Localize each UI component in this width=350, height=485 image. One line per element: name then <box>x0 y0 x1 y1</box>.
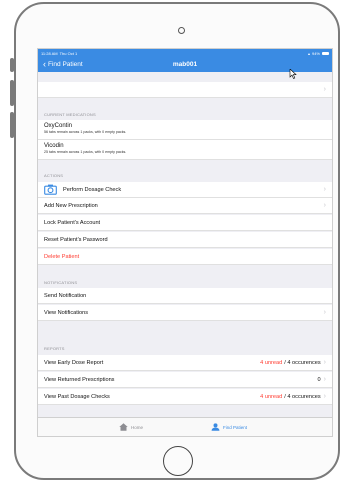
returned-prescriptions-button[interactable]: View Returned Prescriptions 0 › <box>38 372 332 388</box>
medication-row[interactable]: Vicodin 25 tabs remain across 1 packs, w… <box>38 140 332 160</box>
returned-prescriptions-label: View Returned Prescriptions <box>44 376 115 383</box>
past-dosage-checks-label: View Past Dosage Checks <box>44 393 110 400</box>
navigation-bar: ‹ Find Patient mab001 <box>38 57 332 72</box>
early-dose-report-label: View Early Dose Report <box>44 359 104 366</box>
lock-account-label: Lock Patient's Account <box>44 219 101 226</box>
medication-desc: 56 tabs remain across 1 packs, with 0 em… <box>44 130 127 134</box>
view-notifications-button[interactable]: View Notifications › <box>38 305 332 321</box>
chevron-right-icon: › <box>323 376 326 383</box>
early-dose-report-button[interactable]: View Early Dose Report 4 unread / 4 occu… <box>38 355 332 371</box>
chevron-right-icon: › <box>323 186 326 193</box>
status-time: 11:28 AM <box>41 50 58 56</box>
front-camera <box>178 27 185 34</box>
chevron-right-icon: › <box>323 202 326 209</box>
section-header-reports: REPORTS <box>44 346 65 351</box>
unread-count: 4 unread <box>260 393 283 400</box>
tab-bar: Home Find Patient <box>38 417 332 436</box>
send-notification-label: Send Notification <box>44 292 87 299</box>
medication-row[interactable]: OxyContin 56 tabs remain across 1 packs,… <box>38 120 332 140</box>
battery-icon <box>322 51 329 55</box>
lock-account-button[interactable]: Lock Patient's Account <box>38 215 332 231</box>
past-dosage-checks-button[interactable]: View Past Dosage Checks 4 unread / 4 occ… <box>38 389 332 405</box>
section-header-actions: ACTIONS <box>44 173 64 178</box>
view-notifications-label: View Notifications <box>44 309 89 316</box>
occurences-count: / 4 occurences <box>284 359 321 366</box>
tab-find-patient[interactable]: Find Patient <box>211 418 247 436</box>
add-new-prescription-label: Add New Prescription <box>44 202 98 209</box>
page-title: mab001 <box>172 61 198 68</box>
chevron-right-icon: › <box>323 393 326 400</box>
cursor-icon <box>289 69 297 79</box>
chevron-right-icon: › <box>323 309 326 316</box>
wifi-icon: ▴ <box>307 50 310 56</box>
camera-icon <box>44 184 57 195</box>
status-bar: 11:28 AM Thu Oct 1 ▴ 94% <box>38 49 332 57</box>
section-header-medications: CURRENT MEDICATIONS <box>44 112 96 117</box>
occurences-count: / 4 occurences <box>284 393 321 400</box>
home-hardware-button[interactable] <box>163 446 193 476</box>
perform-dosage-check-button[interactable]: Perform Dosage Check › <box>38 182 332 198</box>
home-icon <box>119 423 128 431</box>
status-day: Thu Oct 1 <box>59 50 78 56</box>
perform-dosage-check-label: Perform Dosage Check <box>63 186 122 193</box>
tab-home[interactable]: Home <box>119 418 143 436</box>
delete-patient-button[interactable]: Delete Patient <box>38 249 332 265</box>
delete-patient-label: Delete Patient <box>44 253 80 260</box>
section-header-notifications: NOTIFICATIONS <box>44 280 78 285</box>
patient-info-row[interactable]: › <box>38 82 332 98</box>
screen: 11:28 AM Thu Oct 1 ▴ 94% ‹ Find Patient … <box>37 48 333 437</box>
chevron-right-icon: › <box>323 359 326 366</box>
medication-name: Vicodin <box>44 143 64 149</box>
returned-count: 0 <box>317 376 321 383</box>
chevron-right-icon: › <box>323 86 326 93</box>
send-notification-button[interactable]: Send Notification <box>38 288 332 304</box>
find-patient-icon <box>211 423 220 431</box>
reset-password-button[interactable]: Reset Patient's Password <box>38 232 332 248</box>
tab-home-label: Home <box>131 424 144 430</box>
reset-password-label: Reset Patient's Password <box>44 236 108 243</box>
medication-desc: 25 tabs remain across 1 packs, with 0 em… <box>44 150 127 154</box>
unread-count: 4 unread <box>260 359 283 366</box>
add-new-prescription-button[interactable]: Add New Prescription › <box>38 198 332 214</box>
battery-percent: 94% <box>311 50 320 56</box>
medication-name: OxyContin <box>44 123 73 129</box>
tab-find-patient-label: Find Patient <box>223 424 248 430</box>
